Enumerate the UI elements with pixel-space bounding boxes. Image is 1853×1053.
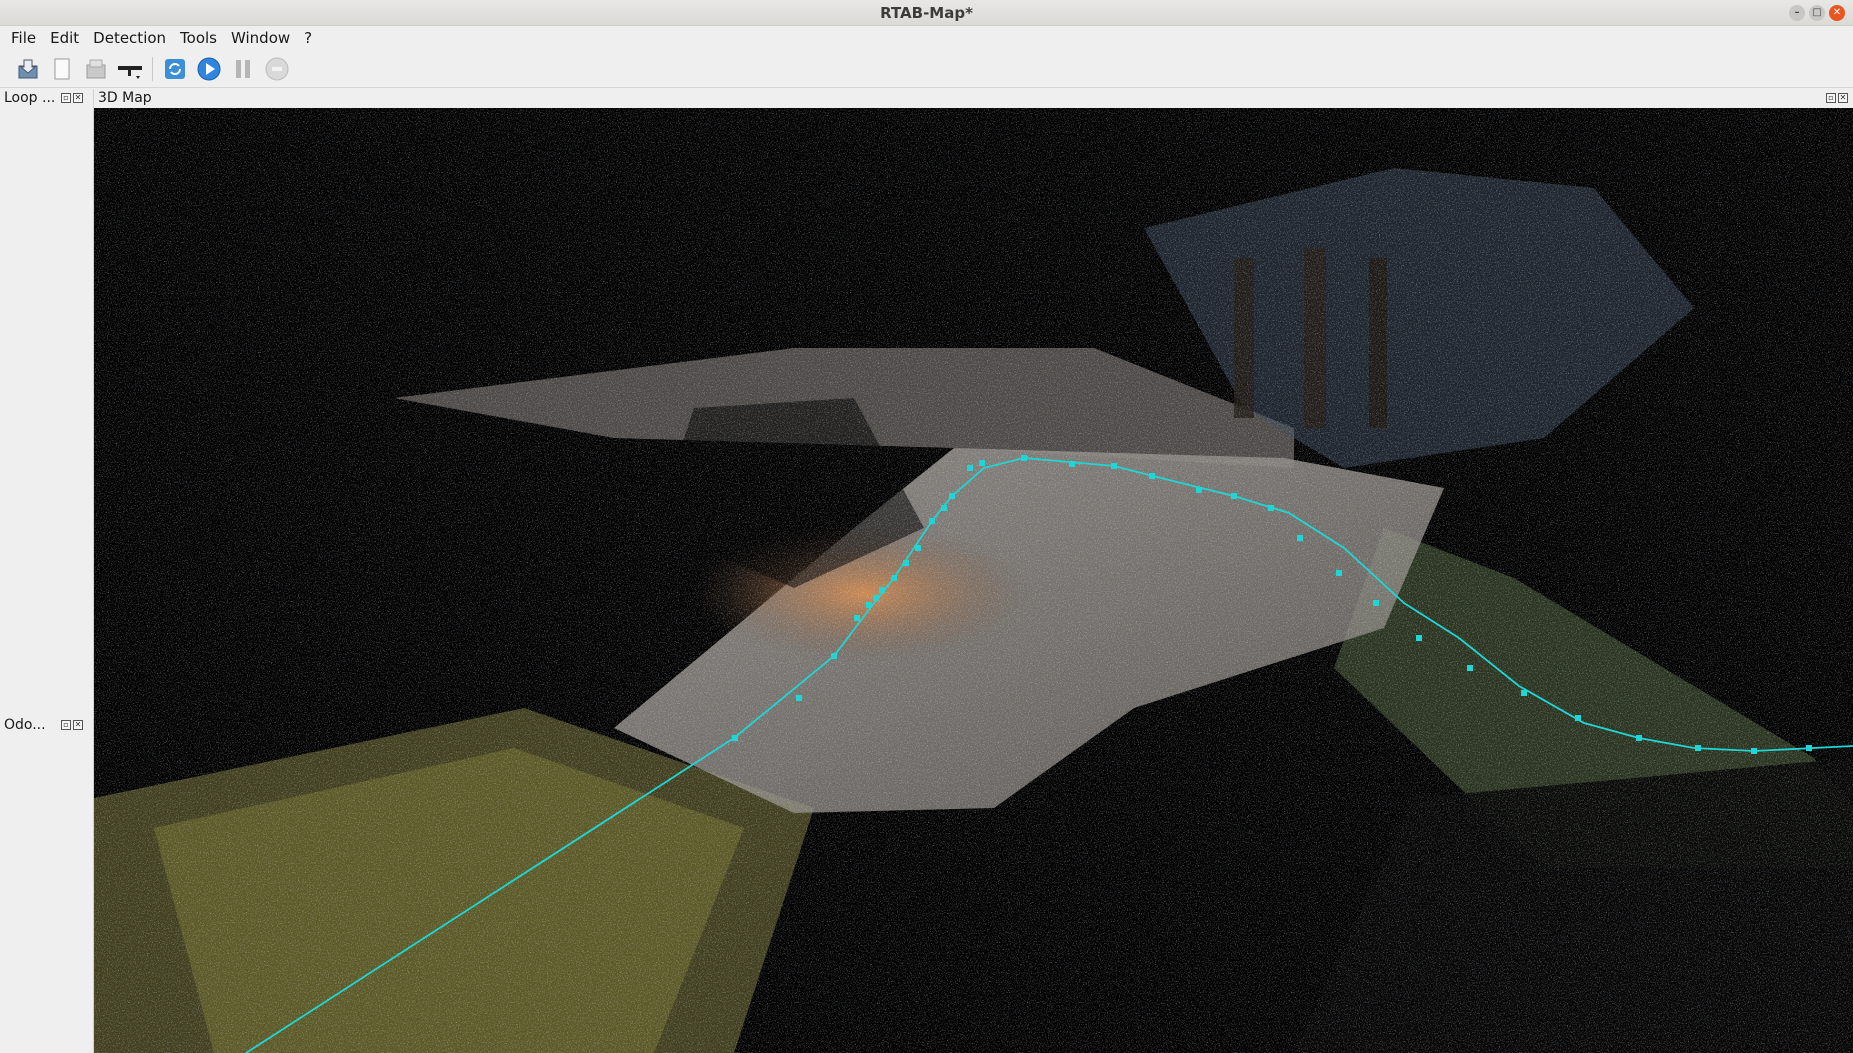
menu-bar: File Edit Detection Tools Window ? — [0, 26, 1853, 50]
trajectory-node — [1336, 570, 1342, 576]
map3d-view[interactable] — [94, 108, 1853, 1053]
minimize-button[interactable]: – — [1789, 5, 1805, 21]
trajectory-node — [915, 545, 921, 551]
menu-edit[interactable]: Edit — [43, 26, 86, 50]
trajectory-node — [1297, 535, 1303, 541]
start-icon — [197, 57, 221, 80]
trajectory-node — [929, 518, 935, 524]
trajectory-node — [967, 465, 973, 471]
trajectory-node — [979, 460, 985, 466]
trajectory-node — [1069, 461, 1075, 467]
map3d-dock-title[interactable]: 3D Map — [94, 89, 294, 107]
trajectory-node — [1751, 748, 1757, 754]
close-database-button[interactable] — [82, 55, 110, 83]
left-dock-area — [0, 89, 94, 1053]
trajectory-node — [854, 615, 860, 621]
odometry-dock-title[interactable]: Odo... — [0, 716, 60, 734]
menu-file[interactable]: File — [4, 26, 43, 50]
trajectory-node — [1196, 487, 1202, 493]
menu-window[interactable]: Window — [224, 26, 297, 50]
trajectory-node — [1575, 715, 1581, 721]
trajectory-node — [903, 560, 909, 566]
menu-detection[interactable]: Detection — [86, 26, 173, 50]
trajectory-node — [1111, 463, 1117, 469]
window-title-bar: RTAB-Map* – □ ✕ — [0, 0, 1853, 26]
trajectory-node — [1416, 635, 1422, 641]
dock-close-icon[interactable]: ✕ — [1838, 93, 1848, 103]
point-noise-overlay-blue — [94, 108, 1853, 1053]
trajectory-node — [949, 493, 955, 499]
window-title: RTAB-Map* — [880, 4, 973, 22]
trajectory-node — [831, 653, 837, 659]
trajectory-node — [1695, 745, 1701, 751]
dock-close-icon[interactable]: ✕ — [73, 720, 83, 730]
trajectory-node — [1806, 745, 1812, 751]
map3d-dock-controls: ▫ ✕ — [1826, 93, 1848, 103]
trajectory-node — [732, 735, 738, 741]
trajectory-node — [1021, 455, 1027, 461]
trajectory-node — [1268, 505, 1274, 511]
refresh-icon — [165, 58, 185, 79]
loop-dock-controls: ▫ ✕ — [61, 93, 83, 103]
menu-help[interactable]: ? — [297, 26, 319, 50]
dock-close-icon[interactable]: ✕ — [73, 93, 83, 103]
dock-float-icon[interactable]: ▫ — [1826, 93, 1836, 103]
stop-button[interactable] — [263, 55, 291, 83]
odometry-dock-controls: ▫ ✕ — [61, 720, 83, 730]
refresh-button[interactable] — [161, 55, 189, 83]
dock-float-icon[interactable]: ▫ — [61, 93, 71, 103]
window-controls: – □ ✕ — [1789, 5, 1845, 21]
trajectory-node — [1149, 473, 1155, 479]
main-toolbar — [0, 50, 1853, 88]
trajectory-node — [941, 505, 947, 511]
trajectory-node — [879, 587, 885, 593]
trajectory-node — [873, 595, 879, 601]
trajectory-node — [1467, 665, 1473, 671]
trajectory-node — [796, 695, 802, 701]
maximize-button[interactable]: □ — [1809, 5, 1825, 21]
dock-float-icon[interactable]: ▫ — [61, 720, 71, 730]
toolbar-separator — [152, 56, 153, 81]
start-button[interactable] — [195, 55, 223, 83]
close-database-icon — [86, 59, 106, 78]
trajectory-node — [1521, 690, 1527, 696]
new-database-button[interactable] — [48, 55, 76, 83]
trajectory-node — [866, 602, 872, 608]
close-button[interactable]: ✕ — [1829, 5, 1845, 21]
loop-closure-dock-title[interactable]: Loop ... — [0, 89, 60, 107]
camera-button[interactable] — [116, 55, 144, 83]
open-database-button[interactable] — [14, 55, 42, 83]
new-database-icon — [54, 58, 70, 79]
trajectory-node — [1231, 493, 1237, 499]
camera-icon — [118, 65, 142, 79]
point-cloud-canvas[interactable] — [94, 108, 1853, 1053]
open-database-icon — [18, 59, 38, 78]
pause-icon — [236, 59, 250, 78]
trajectory-node — [1373, 600, 1379, 606]
trajectory-node — [891, 575, 897, 581]
pause-button[interactable] — [229, 55, 257, 83]
trajectory-node — [1636, 735, 1642, 741]
menu-tools[interactable]: Tools — [173, 26, 224, 50]
stop-icon — [265, 57, 289, 80]
